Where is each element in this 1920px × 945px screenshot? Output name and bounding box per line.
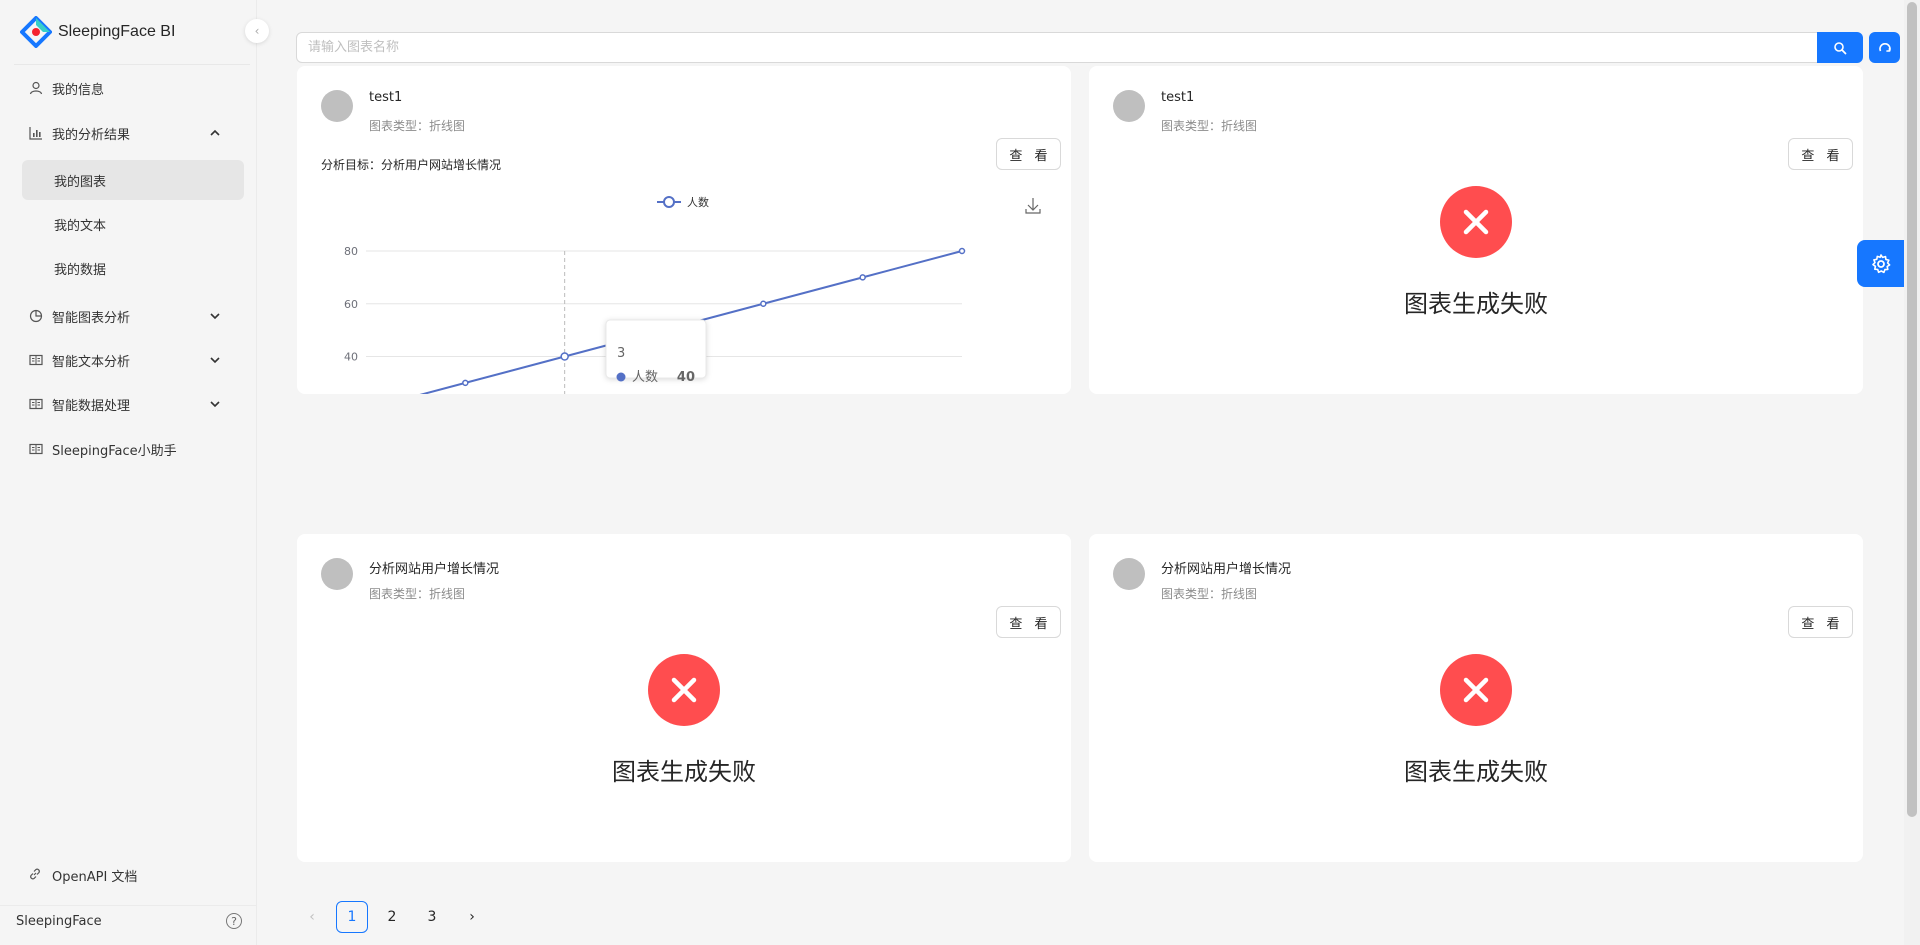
- card-chart-type: 图表类型：折线图: [369, 587, 466, 601]
- chart-card: 分析网站用户增长情况 图表类型：折线图 查 看 图表生成失败: [1089, 534, 1863, 862]
- link-icon: [28, 867, 44, 883]
- sidebar-item-chart-analysis[interactable]: 智能图表分析: [22, 296, 244, 336]
- chart-legend[interactable]: 人数: [657, 196, 709, 209]
- error-message: 图表生成失败: [1404, 758, 1548, 786]
- search-input[interactable]: [297, 33, 1817, 62]
- app-title: SleepingFace BI: [58, 23, 176, 40]
- data-point[interactable]: [760, 300, 767, 307]
- search-icon: [1834, 41, 1847, 54]
- pagination-page-2[interactable]: 2: [376, 901, 408, 933]
- pie-chart-icon: [28, 308, 44, 324]
- chevron-down-icon: [210, 313, 220, 320]
- sidebar-subitem-my-texts[interactable]: 我的文本: [22, 204, 244, 244]
- sidebar-item-label: 我的信息: [52, 82, 105, 98]
- tooltip-marker: [616, 372, 626, 382]
- book-icon: [28, 441, 44, 457]
- gear-icon: [1871, 253, 1890, 273]
- chart-card: test1 图表类型：折线图 查 看 图表生成失败: [1089, 66, 1863, 394]
- card-title: test1: [1161, 90, 1195, 105]
- card-title: 分析网站用户增长情况: [369, 562, 500, 577]
- divider: [0, 905, 257, 906]
- search-field[interactable]: [296, 32, 1818, 63]
- y-tick-label: 60: [344, 298, 358, 311]
- openapi-label: OpenAPI 文档: [52, 869, 138, 885]
- line-chart[interactable]: 人数 020406080 1234567 3 人数 40: [297, 66, 1071, 394]
- y-tick-label: 40: [344, 351, 358, 364]
- sidebar-item-label: 我的图表: [54, 174, 107, 190]
- sidebar-item-label: 我的数据: [54, 262, 107, 278]
- sidebar-item-my-results[interactable]: 我的分析结果: [22, 113, 244, 153]
- pagination-prev-button[interactable]: ‹: [296, 901, 328, 933]
- data-point[interactable]: [859, 274, 866, 281]
- card-chart-type: 图表类型：折线图: [1161, 587, 1258, 601]
- collapse-sidebar-button[interactable]: ‹: [245, 19, 269, 43]
- pagination-next-button[interactable]: ›: [456, 901, 488, 933]
- tooltip-value: 40: [677, 370, 695, 385]
- footer-user-name: SleepingFace: [16, 914, 102, 929]
- tooltip-series-name: 人数: [632, 370, 658, 385]
- avatar: [1113, 90, 1145, 122]
- redo-icon: [1878, 42, 1891, 52]
- sidebar: SleepingFace BI ‹ 我的信息 我的分析结果 我的图表 我的文本 …: [0, 0, 269, 945]
- sidebar-item-label: SleepingFace小助手: [52, 443, 177, 459]
- refresh-button[interactable]: [1869, 32, 1900, 63]
- sidebar-item-my-info[interactable]: 我的信息: [22, 68, 244, 108]
- error-message: 图表生成失败: [612, 758, 756, 786]
- download-icon[interactable]: [1025, 198, 1041, 214]
- book-icon: [28, 352, 44, 368]
- logo-icon: [20, 16, 52, 48]
- data-point[interactable]: [560, 352, 569, 361]
- brand[interactable]: SleepingFace BI: [20, 16, 175, 48]
- question-circle-icon[interactable]: ?: [226, 913, 242, 929]
- chart-card: 分析网站用户增长情况 图表类型：折线图 查 看 图表生成失败: [297, 534, 1071, 862]
- sidebar-item-label: 智能文本分析: [52, 354, 131, 370]
- chart-tooltip: 3 人数 40: [605, 319, 707, 385]
- vertical-scrollbar[interactable]: [1904, 0, 1920, 945]
- scrollbar-thumb[interactable]: [1907, 2, 1917, 817]
- pagination-page-3[interactable]: 3: [416, 901, 448, 933]
- data-point[interactable]: [958, 247, 966, 255]
- card-title: 分析网站用户增长情况: [1161, 562, 1292, 577]
- error-message: 图表生成失败: [1404, 290, 1548, 318]
- sidebar-item-label: 智能图表分析: [52, 310, 131, 326]
- avatar: [1113, 558, 1145, 590]
- sidebar-subitem-my-charts[interactable]: 我的图表: [22, 160, 244, 200]
- card-chart-type: 图表类型：折线图: [1161, 119, 1258, 133]
- chevron-left-icon: ‹: [254, 24, 260, 38]
- divider: [14, 64, 250, 65]
- avatar: [321, 558, 353, 590]
- settings-button[interactable]: [1857, 240, 1904, 287]
- sidebar-item-assistant[interactable]: SleepingFace小助手: [22, 429, 244, 469]
- close-circle-icon: [648, 654, 720, 726]
- view-button[interactable]: 查 看: [1788, 138, 1853, 170]
- pagination-page-1[interactable]: 1: [336, 901, 368, 933]
- data-point[interactable]: [462, 379, 469, 387]
- sidebar-item-label: 我的分析结果: [52, 127, 131, 143]
- view-button[interactable]: 查 看: [1788, 606, 1853, 638]
- close-circle-icon: [1440, 654, 1512, 726]
- y-tick-label: 80: [344, 245, 358, 258]
- sidebar-item-label: 我的文本: [54, 218, 107, 234]
- tooltip-title: 3: [617, 346, 625, 361]
- openapi-docs-link[interactable]: OpenAPI 文档: [22, 858, 137, 892]
- search-button[interactable]: [1817, 32, 1863, 63]
- close-circle-icon: [1440, 186, 1512, 258]
- chevron-up-icon: [210, 129, 220, 136]
- sidebar-item-text-analysis[interactable]: 智能文本分析: [22, 340, 244, 380]
- sidebar-subitem-my-data[interactable]: 我的数据: [22, 248, 244, 288]
- legend-label: 人数: [687, 196, 709, 209]
- user-icon: [28, 80, 44, 96]
- legend-marker-icon: [663, 196, 675, 208]
- chevron-down-icon: [210, 401, 220, 408]
- view-button[interactable]: 查 看: [996, 606, 1061, 638]
- sidebar-item-label: 智能数据处理: [52, 398, 131, 414]
- sidebar-item-data-processing[interactable]: 智能数据处理: [22, 384, 244, 424]
- chart-card: test1 图表类型：折线图 查 看 分析目标：分析用户网站增长情况 人数 02…: [297, 66, 1071, 394]
- book-icon: [28, 396, 44, 412]
- chevron-down-icon: [210, 357, 220, 364]
- bar-chart-icon: [28, 125, 44, 141]
